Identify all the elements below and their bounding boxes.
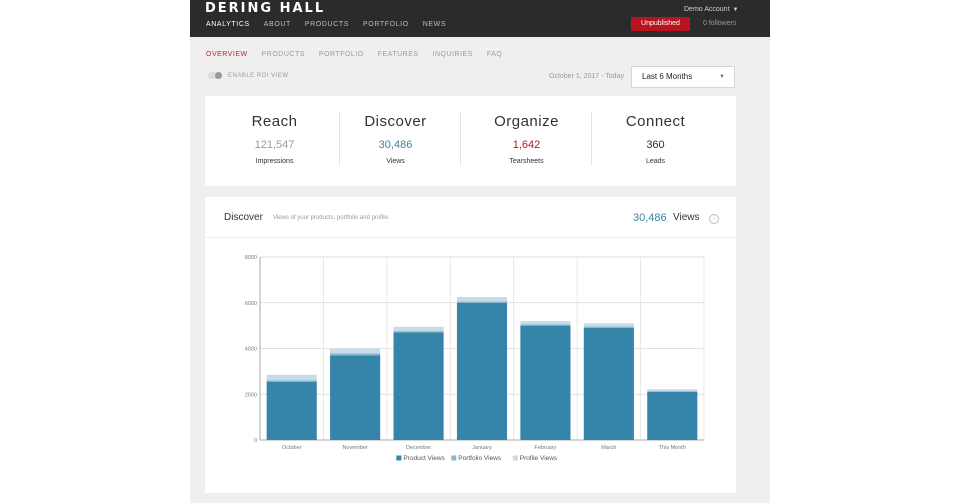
- bar-portfolio-views: [647, 391, 698, 392]
- metric-unit: Impressions: [255, 158, 294, 165]
- tab-products[interactable]: PRODUCTS: [262, 51, 305, 58]
- nav-analytics[interactable]: ANALYTICS: [206, 21, 250, 28]
- caret-down-icon: ▼: [732, 7, 739, 13]
- metric-value: 1,642: [512, 139, 541, 151]
- account-menu[interactable]: Demo Account ▼: [684, 6, 738, 13]
- bar-profile-views: [393, 326, 444, 332]
- x-tick-label: November: [342, 445, 368, 451]
- nav-portfolio[interactable]: PORTFOLIO: [363, 21, 409, 28]
- bar-profile-views: [266, 374, 317, 381]
- bar-product-views: [393, 332, 444, 440]
- nav-news[interactable]: NEWS: [423, 21, 446, 28]
- x-tick-label: January: [472, 445, 492, 451]
- metric-title: Organize: [494, 113, 559, 130]
- x-tick-label: December: [406, 445, 432, 451]
- legend-label: Product Views: [403, 455, 445, 462]
- metrics-card: Reach 121,547 Impressions Discover 30,48…: [205, 96, 736, 186]
- period-select[interactable]: Last 6 Months ▼: [631, 66, 735, 88]
- chevron-down-icon: ▼: [719, 74, 725, 80]
- discover-card: Discover Views of your products, portfol…: [205, 197, 736, 493]
- x-tick-label: This Month: [659, 445, 686, 451]
- metric-unit: Tearsheets: [509, 158, 544, 165]
- y-tick-label: 2000: [245, 392, 257, 398]
- tab-overview[interactable]: OVERVIEW: [206, 51, 248, 58]
- account-name: Demo Account: [684, 6, 730, 13]
- bar-profile-views: [520, 321, 571, 325]
- bar-product-views: [266, 381, 317, 440]
- bar-product-views: [647, 391, 698, 440]
- period-value: Last 6 Months: [642, 72, 693, 81]
- legend-swatch: [396, 455, 402, 461]
- legend-label: Portfolio Views: [458, 455, 502, 462]
- bar-product-views: [456, 302, 508, 440]
- roi-toggle-row: ENABLE ROI VIEW: [208, 72, 289, 79]
- bar-portfolio-views: [456, 301, 508, 303]
- x-tick-label: February: [534, 445, 556, 451]
- bar-portfolio-views: [583, 326, 634, 328]
- metric-value: 360: [646, 139, 665, 151]
- bar-profile-views: [330, 348, 381, 354]
- discover-views-chart: 0 2000 4000 6000 8000 October November December…: [245, 255, 705, 462]
- metric-value: 30,486: [378, 139, 413, 151]
- roi-toggle[interactable]: [208, 72, 222, 79]
- bar-profile-views: [456, 297, 508, 302]
- legend-swatch: [451, 455, 457, 461]
- metric-value: 121,547: [254, 139, 295, 151]
- metric-unit: Leads: [645, 158, 666, 165]
- unpublished-button[interactable]: Unpublished: [631, 17, 690, 31]
- sub-navigation: OVERVIEW PRODUCTS PORTFOLIO FEATURES INQ…: [206, 51, 502, 58]
- bar-portfolio-views: [266, 380, 317, 382]
- metric-unit: Views: [386, 158, 405, 165]
- date-range: October 1, 2017 - Today: [549, 73, 624, 80]
- bar-product-views: [583, 327, 634, 440]
- bar-product-views: [520, 325, 571, 440]
- bar-profile-views: [583, 323, 634, 327]
- metric-reach[interactable]: Reach 121,547 Impressions: [209, 96, 340, 186]
- metric-title: Reach: [251, 113, 298, 130]
- nav-about[interactable]: ABOUT: [264, 21, 291, 28]
- bar-profile-views: [647, 389, 698, 392]
- x-tick-label: March: [601, 445, 616, 451]
- tab-features[interactable]: FEATURES: [378, 51, 419, 58]
- main-nav: ANALYTICS ABOUT PRODUCTS PORTFOLIO NEWS: [206, 21, 446, 28]
- tab-faq[interactable]: FAQ: [487, 51, 503, 58]
- metric-organize[interactable]: Organize 1,642 Tearsheets: [461, 96, 592, 186]
- roi-toggle-label: ENABLE ROI VIEW: [228, 72, 289, 79]
- y-tick-label: 0: [254, 438, 257, 444]
- top-navigation-bar: DERING HALL ANALYTICS ABOUT PRODUCTS POR…: [190, 0, 770, 37]
- legend-swatch: [512, 455, 518, 461]
- tab-inquiries[interactable]: INQUIRIES: [433, 51, 473, 58]
- followers-count[interactable]: 0 followers: [703, 20, 736, 27]
- metric-discover[interactable]: Discover 30,486 Views: [330, 96, 461, 186]
- metric-title: Connect: [625, 113, 686, 130]
- bar-portfolio-views: [330, 353, 381, 356]
- y-tick-label: 8000: [245, 255, 257, 261]
- y-tick-label: 6000: [245, 301, 257, 307]
- y-tick-label: 4000: [245, 347, 257, 353]
- bar-product-views: [330, 355, 381, 440]
- bar-portfolio-views: [393, 331, 444, 333]
- tab-portfolio[interactable]: PORTFOLIO: [319, 51, 364, 58]
- x-tick-label: October: [282, 445, 302, 451]
- brand-logo[interactable]: DERING HALL: [205, 1, 325, 16]
- app-window: DERING HALL ANALYTICS ABOUT PRODUCTS POR…: [190, 0, 770, 503]
- bar-portfolio-views: [520, 324, 571, 326]
- metric-connect[interactable]: Connect 360 Leads: [590, 96, 721, 186]
- nav-products[interactable]: PRODUCTS: [305, 21, 349, 28]
- legend-label: Profile Views: [520, 455, 558, 462]
- metric-title: Discover: [364, 113, 427, 130]
